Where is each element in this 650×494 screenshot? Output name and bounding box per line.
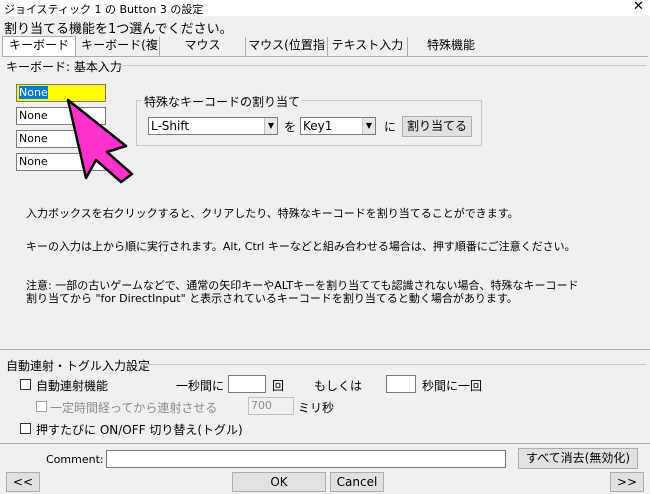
times-label: 回: [272, 379, 285, 393]
close-icon[interactable]: ✕: [633, 0, 644, 14]
ok-button[interactable]: OK: [232, 472, 326, 492]
connector-wo: を: [284, 120, 297, 134]
section-divider: [0, 349, 650, 350]
tab-text-input[interactable]: テキスト入力: [328, 37, 408, 56]
ms-label: ミリ秒: [298, 401, 335, 415]
group-divider: [140, 364, 646, 365]
special-key-select[interactable]: L-Shift ▼: [148, 117, 278, 135]
interval-seconds-input[interactable]: [386, 375, 416, 393]
section-divider: [0, 443, 650, 444]
toggle-label: 押すたびに ON/OFF 切り替え(トグル): [36, 423, 243, 437]
times-per-second-input[interactable]: [228, 375, 266, 393]
clear-all-button[interactable]: すべて消去(無効化): [518, 448, 638, 469]
comment-input[interactable]: [106, 450, 506, 468]
delay-label: 一定時間経ってから連射させる: [50, 401, 218, 415]
help-text-2: キーの入力は上から順に実行されます。Alt, Ctrl キーなどと組み合わせる場…: [26, 240, 576, 253]
toggle-checkbox[interactable]: [20, 423, 31, 434]
tab-keyboard[interactable]: キーボード: [2, 36, 76, 57]
title-bar: ジョイスティック 1 の Button 3 の設定 ✕: [0, 0, 650, 16]
tab-special[interactable]: 特殊機能: [408, 37, 494, 56]
per-second-label: 一秒間に: [176, 379, 225, 393]
comment-label: Comment:: [46, 453, 104, 466]
interval-label: 秒間に一回: [422, 379, 483, 393]
cancel-button[interactable]: Cancel: [330, 472, 384, 492]
group-divider: [118, 65, 646, 66]
rapid-fire-checkbox[interactable]: [20, 379, 31, 390]
page-title: 割り当てる機能を1つ選んでください。: [4, 22, 233, 37]
auto-group-label: 自動連射・トグル入力設定: [6, 359, 151, 373]
special-key-label: 特殊なキーコードの割り当て: [142, 93, 303, 110]
arrow-annotation-icon: [66, 98, 134, 184]
chevron-down-icon: ▼: [264, 118, 277, 134]
delay-checkbox[interactable]: [36, 401, 47, 412]
help-text-3b: 割り当てから "for DirectInput" と表示されているキーコードを割…: [26, 292, 518, 305]
target-key-select[interactable]: Key1 ▼: [300, 117, 376, 135]
next-button[interactable]: >>: [610, 472, 644, 492]
tab-mouse-position[interactable]: マウス(位置指: [246, 37, 328, 56]
prev-button[interactable]: <<: [6, 472, 40, 492]
connector-ni: に: [384, 120, 397, 134]
delay-ms-input[interactable]: 700: [248, 397, 294, 415]
keyboard-group-label: キーボード: 基本入力: [6, 60, 122, 74]
tab-mouse[interactable]: マウス: [160, 37, 246, 56]
or-label: もしくは: [314, 379, 363, 393]
rapid-fire-label: 自動連射機能: [36, 379, 109, 393]
help-text-1: 入力ボックスを右クリックすると、クリアしたり、特殊なキーコードを割り当てることが…: [26, 207, 519, 220]
window-title: ジョイスティック 1 の Button 3 の設定: [4, 3, 204, 16]
chevron-down-icon: ▼: [362, 118, 375, 134]
help-text-3a: 注意: 一部の古いゲームなどで、通常の矢印キーやALTキーを割り当てても認識され…: [26, 279, 579, 292]
assign-button[interactable]: 割り当てる: [402, 116, 472, 137]
tab-keyboard-multi[interactable]: キーボード(複: [80, 37, 160, 56]
